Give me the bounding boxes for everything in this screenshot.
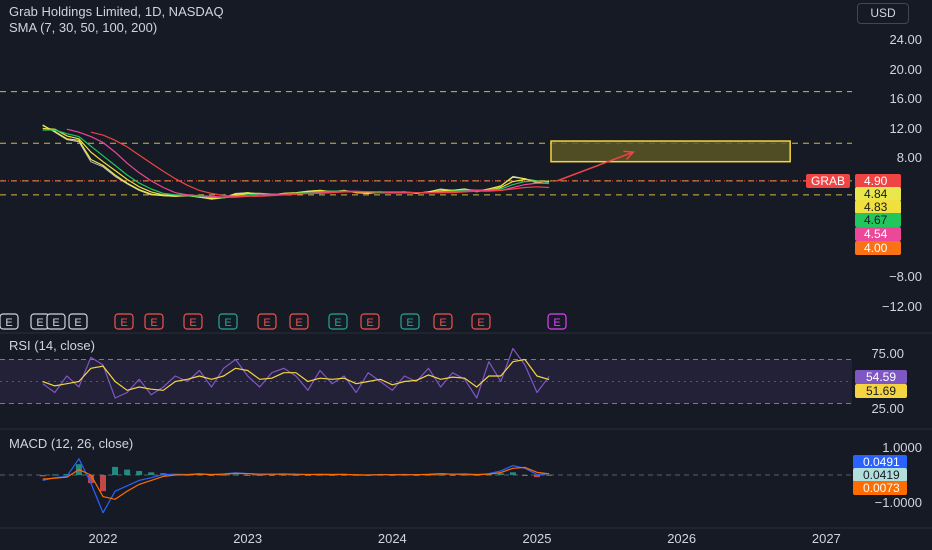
macd-histogram-bar: [280, 474, 287, 476]
macd-last-value-label: 0.0491: [863, 455, 900, 469]
last-value-label: 4.84: [864, 187, 888, 201]
earnings-marker[interactable]: E: [30, 313, 50, 330]
earnings-marker-label: E: [189, 317, 196, 329]
macd-histogram-bar: [292, 475, 299, 476]
sma200-line: [90, 131, 550, 197]
last-value-label: 4.83: [864, 200, 888, 214]
macd-histogram-bar: [220, 474, 227, 476]
earnings-marker[interactable]: E: [289, 313, 309, 330]
earnings-marker[interactable]: E: [547, 313, 567, 330]
macd-histogram-bar: [112, 466, 119, 475]
earnings-marker[interactable]: E: [400, 313, 420, 330]
rsi-pane-label[interactable]: RSI (14, close): [9, 338, 95, 353]
macd-histogram-bar: [449, 475, 456, 476]
earnings-marker-label: E: [406, 317, 413, 329]
macd-line: [42, 458, 550, 514]
last-value-label: 4.67: [864, 213, 888, 227]
earnings-marker-label: E: [263, 317, 270, 329]
earnings-marker[interactable]: E: [0, 313, 19, 330]
earnings-marker[interactable]: E: [114, 313, 134, 330]
macd-histogram-bar: [437, 474, 444, 476]
earnings-marker-label: E: [36, 317, 43, 329]
rsi-last-value-label: 54.59: [866, 370, 896, 384]
macd-histogram-bar: [461, 474, 468, 476]
macd-histogram-bar: [244, 475, 251, 476]
price-axis-tick: −12.00: [882, 299, 922, 314]
macd-pane-label[interactable]: MACD (12, 26, close): [9, 436, 133, 451]
time-axis-tick: 2023: [233, 531, 262, 546]
price-axis-tick: 16.00: [889, 91, 922, 106]
macd-histogram-bar: [509, 472, 516, 475]
earnings-marker[interactable]: E: [144, 313, 164, 330]
earnings-marker[interactable]: E: [471, 313, 491, 330]
macd-last-value-label: 0.0073: [863, 481, 900, 495]
earnings-marker[interactable]: E: [328, 313, 348, 330]
price-axis-tick: 24.00: [889, 32, 922, 47]
earnings-marker-label: E: [334, 317, 341, 329]
earnings-marker[interactable]: E: [257, 313, 277, 330]
macd-histogram-bar: [148, 472, 155, 475]
time-axis-tick: 2022: [89, 531, 118, 546]
macd-axis-tick: 1.0000: [882, 440, 922, 455]
last-value-label: 4.00: [864, 241, 888, 255]
earnings-marker-label: E: [120, 317, 127, 329]
time-axis-tick: 2026: [667, 531, 696, 546]
rsi-last-value-label: 51.69: [866, 384, 896, 398]
last-value-label: 4.90: [864, 174, 888, 188]
signal-line: [42, 466, 550, 500]
earnings-marker[interactable]: E: [46, 313, 66, 330]
time-axis-tick: 2025: [523, 531, 552, 546]
earnings-marker-label: E: [52, 317, 59, 329]
macd-histogram-bar: [100, 475, 106, 492]
earnings-marker-label: E: [295, 317, 302, 329]
earnings-marker-label: E: [224, 317, 231, 329]
earnings-marker-label: E: [150, 317, 157, 329]
earnings-marker-label: E: [553, 317, 560, 329]
chart-canvas[interactable]: 24.00 20.00 16.00 12.00 8.00 −8.00 −12.00 GRAB 4…: [0, 0, 932, 550]
earnings-marker-label: E: [477, 317, 484, 329]
earnings-marker[interactable]: E: [68, 313, 88, 330]
macd-histogram-bar: [39, 475, 46, 477]
earnings-marker-label: E: [74, 317, 81, 329]
sma-indicator-label[interactable]: SMA (7, 30, 50, 100, 200): [9, 20, 157, 35]
macd-histogram-bar: [256, 475, 263, 476]
macd-histogram-bar: [124, 469, 131, 475]
ticker-badge-label: GRAB: [811, 174, 845, 188]
macd-axis-tick: −1.0000: [875, 495, 922, 510]
macd-histogram-bar: [232, 474, 239, 476]
earnings-marker[interactable]: E: [218, 313, 238, 330]
macd-last-value-label: 0.0419: [863, 468, 900, 482]
earnings-marker[interactable]: E: [360, 313, 380, 330]
rsi-axis-tick: 75.00: [871, 346, 904, 361]
rsi-axis-tick: 25.00: [871, 401, 904, 416]
sma7-line: [42, 124, 550, 200]
price-axis-tick: −8.00: [889, 269, 922, 284]
macd-histogram-bar: [534, 475, 540, 478]
macd-histogram-bar: [136, 470, 143, 475]
price-line: [42, 124, 550, 200]
macd-histogram-bar: [329, 475, 336, 476]
earnings-marker-label: E: [439, 317, 446, 329]
earnings-marker[interactable]: E: [183, 313, 203, 330]
price-axis-tick: 20.00: [889, 62, 922, 77]
macd-histogram-bar: [497, 473, 504, 475]
chart-title: Grab Holdings Limited, 1D, NASDAQ: [9, 4, 224, 19]
macd-histogram-bar: [546, 474, 553, 476]
time-axis-tick: 2027: [812, 531, 841, 546]
macd-histogram-bar: [521, 475, 528, 476]
time-axis-tick: 2024: [378, 531, 407, 546]
earnings-marker[interactable]: E: [433, 313, 453, 330]
earnings-marker-label: E: [5, 317, 12, 329]
price-axis-tick: 12.00: [889, 121, 922, 136]
sma30-line: [42, 127, 550, 199]
macd-histogram-bar: [268, 475, 275, 476]
target-box: [550, 140, 791, 163]
sma50-line: [42, 129, 550, 199]
macd-histogram-bar: [51, 474, 58, 476]
earnings-marker-label: E: [366, 317, 373, 329]
last-value-label: 4.54: [864, 227, 888, 241]
currency-button[interactable]: USD: [857, 3, 909, 24]
price-axis-tick: 8.00: [897, 150, 922, 165]
